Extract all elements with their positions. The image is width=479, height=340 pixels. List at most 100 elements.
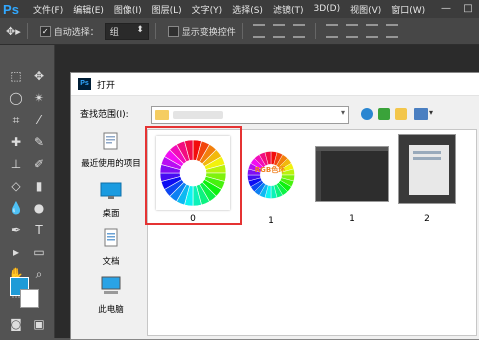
up-folder-icon[interactable] [378,108,390,120]
file-thumbnail [398,134,456,204]
rgb-wheel-text: RGB色环 [254,166,286,174]
align-center-icon[interactable] [345,24,358,38]
menu-image[interactable]: 图像(I) [109,3,147,16]
menu-3d[interactable]: 3D(D) [308,4,345,14]
path-selection-icon[interactable]: ▸ [6,243,26,261]
separator [26,23,28,39]
separator [314,23,316,39]
show-transform-option[interactable]: 显示变换控件 [167,25,236,38]
separator [241,23,243,39]
zoom-tool-icon[interactable]: ⌕ [29,265,49,283]
place-desktop[interactable]: 桌面 [77,181,145,219]
auto-select-dropdown[interactable]: 组 ⬍ [104,22,149,40]
type-tool-icon[interactable]: T [29,221,49,239]
align-bottom-icon[interactable] [292,24,305,38]
minimize-button[interactable]: — [435,0,457,18]
menu-filter[interactable]: 滤镜(T) [268,3,309,16]
file-item[interactable]: 1 [315,146,389,224]
background-color-swatch[interactable] [20,289,39,308]
thumb-toolbar [316,151,321,201]
magic-wand-icon[interactable]: ✴ [29,89,49,107]
auto-select-checkbox[interactable]: ✓ [39,25,51,37]
file-item[interactable]: RGB色环 1 [240,144,302,226]
watermark-text: 当下软件园 [341,280,471,308]
menu-select[interactable]: 选择(S) [227,3,268,16]
thumb-line [413,157,441,160]
file-item[interactable]: 2 [398,134,456,224]
quick-mask-icon[interactable]: ◙ [6,315,26,333]
menu-window[interactable]: 窗口(W) [386,3,430,16]
rgb-color-wheel-thumbnail [247,151,295,199]
place-documents[interactable]: 文档 [77,227,145,267]
rectangle-tool-icon[interactable]: ▭ [29,243,49,261]
watermark-url: www.downxia.com [347,308,430,319]
align-top-icon[interactable] [252,24,265,38]
clone-stamp-icon[interactable]: ⊥ [6,155,26,173]
file-name: 1 [349,214,355,224]
photoshop-app-icon: Ps [78,78,91,90]
eyedropper-tool-icon[interactable]: ⁄ [29,111,49,129]
pen-tool-icon[interactable]: ✒ [6,221,26,239]
healing-brush-icon[interactable]: ✚ [6,133,26,151]
distribute-icon[interactable] [385,24,398,38]
auto-select-dropdown-wrap: 组 ⬍ [104,22,149,40]
look-in-label: 查找范围(I): [80,110,129,120]
move-tool-icon[interactable]: ✥▸ [6,25,21,38]
menu-layer[interactable]: 图层(L) [147,3,187,16]
chevron-down-icon: ▾ [340,108,345,117]
align-left-icon[interactable] [325,24,338,38]
auto-select-label: 自动选择： [53,27,99,38]
place-label: 桌面 [102,209,120,219]
dropdown-arrow-icon: ⬍ [136,24,144,35]
history-brush-icon[interactable]: ✐ [29,155,49,173]
align-right-icon[interactable] [365,24,378,38]
file-name: 1 [268,216,274,226]
desktop-icon [100,182,122,199]
place-recent[interactable]: 最近使用的项目 [77,131,145,169]
tools-panel: ⬚ ✥ ◯ ✴ ⌗ ⁄ ✚ ✎ ⊥ ✐ ◇ ▮ 💧 ● ✒ T ▸ ▭ ✋ ⌕ … [0,45,55,338]
options-bar: ✥▸ ✓ 自动选择： 组 ⬍ 显示变换控件 [0,18,479,45]
documents-icon [104,228,118,247]
view-menu-arrow-icon[interactable]: ▾ [429,108,433,117]
back-icon[interactable] [361,108,373,120]
show-transform-label: 显示变换控件 [181,27,236,38]
separator [154,23,156,39]
dodge-tool-icon[interactable]: ● [29,199,49,217]
screen-mode-icon[interactable]: ▣ [29,315,49,333]
maximize-button[interactable]: □ [457,0,479,18]
lasso-tool-icon[interactable]: ◯ [6,89,26,107]
menu-type[interactable]: 文字(Y) [187,3,228,16]
file-thumbnail [315,146,389,202]
gradient-tool-icon[interactable]: ▮ [29,177,49,195]
thumb-line [413,151,441,154]
align-middle-icon[interactable] [272,24,285,38]
place-label: 此电脑 [98,305,124,315]
auto-select-option[interactable]: ✓ 自动选择： [39,25,99,38]
crop-tool-icon[interactable]: ⌗ [6,111,26,129]
window-controls: — □ [435,0,479,18]
places-bar: 最近使用的项目 桌面 文档 此电脑 [77,129,145,334]
brush-tool-icon[interactable]: ✎ [29,133,49,151]
auto-select-value: 组 [109,27,119,38]
watermark-logo-icon [291,274,337,320]
view-menu-icon[interactable] [414,108,428,120]
blur-tool-icon[interactable]: 💧 [6,199,26,217]
place-this-pc[interactable]: 此电脑 [77,275,145,315]
recent-items-icon [103,132,118,150]
place-label: 最近使用的项目 [81,159,141,169]
watermark: 当下软件园 www.downxia.com [285,268,479,336]
look-in-dropdown[interactable]: ▾ [151,106,349,124]
menu-file[interactable]: 文件(F) [28,3,68,16]
eraser-tool-icon[interactable]: ◇ [6,177,26,195]
photoshop-logo: Ps [3,1,19,17]
thumb-menubar [316,147,388,151]
marquee-tool-icon[interactable]: ⬚ [6,67,26,85]
new-folder-icon[interactable] [395,108,407,120]
move-tool-icon[interactable]: ✥ [29,67,49,85]
show-transform-checkbox[interactable] [167,25,179,37]
dialog-titlebar: Ps 打开 [71,73,479,96]
menu-view[interactable]: 视图(V) [345,3,386,16]
file-thumbnail [240,144,302,206]
place-label: 文档 [102,257,120,267]
menu-edit[interactable]: 编辑(E) [68,3,109,16]
